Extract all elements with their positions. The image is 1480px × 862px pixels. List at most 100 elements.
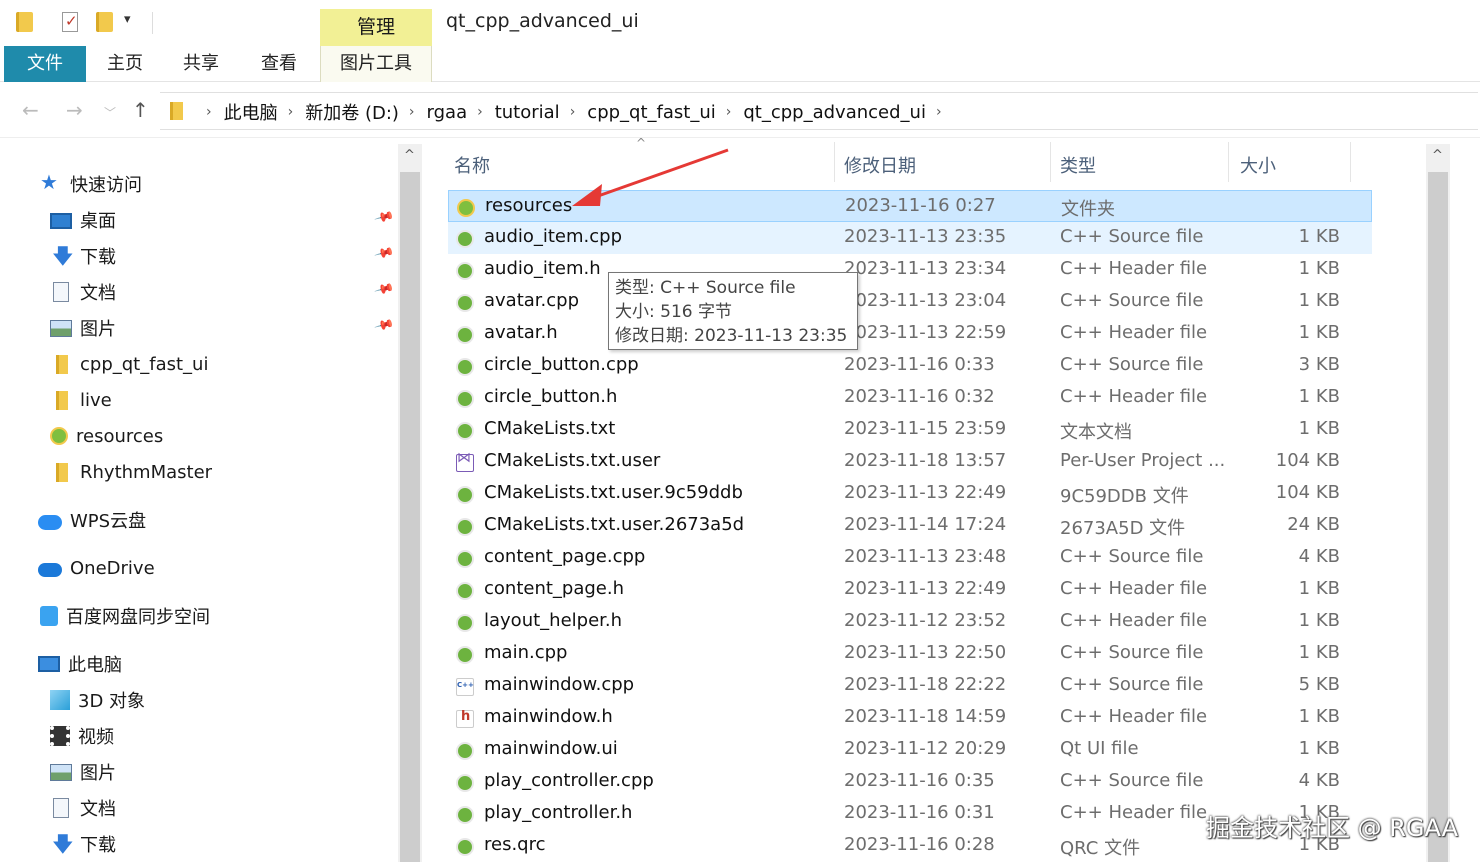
table-row[interactable]: audio_item.cpp 2023-11-13 23:35 C++ Source… — [448, 222, 1372, 254]
scrollbar-thumb[interactable] — [1428, 172, 1448, 862]
qt-file-icon — [456, 262, 474, 280]
file-size: 5 KB — [1298, 674, 1340, 695]
file-name: content_page.h — [484, 578, 625, 599]
file-explorer-window: ▾ 管理 qt_cpp_advanced_ui 文件 主页 共享 查看 图片工具… — [0, 0, 1480, 862]
forward-arrow-icon[interactable]: → — [66, 98, 83, 122]
column-header-date[interactable]: 修改日期 — [844, 152, 916, 178]
column-divider[interactable] — [1050, 142, 1051, 182]
sidebar-item-this-pc[interactable]: 此电脑 — [38, 648, 122, 680]
sidebar-item-onedrive[interactable]: OneDrive — [38, 552, 155, 584]
table-row[interactable]: CMakeLists.txt 2023-11-15 23:59 文本文档 1 KB — [448, 414, 1372, 446]
table-row[interactable]: layout_helper.h 2023-11-12 23:52 C++ Heade… — [448, 606, 1372, 638]
window-title: qt_cpp_advanced_ui — [446, 10, 639, 32]
table-row[interactable]: avatar.h 2023-11-13 22:59 C++ Header file 1… — [448, 318, 1372, 350]
sidebar-item-videos[interactable]: 视频 — [50, 720, 114, 752]
tab-view[interactable]: 查看 — [248, 46, 310, 82]
scroll-up-icon[interactable]: ^ — [404, 148, 415, 163]
column-divider[interactable] — [1228, 142, 1229, 182]
tab-picture-tools[interactable]: 图片工具 — [320, 46, 432, 82]
scroll-up-icon[interactable]: ^ — [1432, 148, 1443, 163]
table-row[interactable]: circle_button.cpp 2023-11-16 0:33 C++ Sour… — [448, 350, 1372, 382]
sidebar-item-cpp-qt-fast-ui[interactable]: cpp_qt_fast_ui — [50, 348, 208, 380]
sidebar-item-desktop[interactable]: 桌面 — [50, 204, 116, 236]
table-row[interactable]: content_page.h 2023-11-13 22:49 C++ Header… — [448, 574, 1372, 606]
pin-icon[interactable]: 📌 — [373, 315, 395, 336]
breadcrumb-tutorial[interactable]: tutorial — [495, 102, 560, 123]
pin-icon[interactable]: 📌 — [373, 243, 395, 264]
file-name: content_page.cpp — [484, 546, 646, 567]
column-header-size[interactable]: 大小 — [1240, 152, 1276, 178]
file-date: 2023-11-16 0:28 — [844, 834, 995, 855]
folder-icon[interactable] — [16, 12, 33, 32]
sidebar-item-label: 百度网盘同步空间 — [66, 607, 210, 628]
table-row[interactable]: mainwindow.cpp 2023-11-18 22:22 C++ Source… — [448, 670, 1372, 702]
table-row[interactable]: CMakeLists.txt.user.9c59ddb 2023-11-13 22… — [448, 478, 1372, 510]
table-row[interactable]: CMakeLists.txt.user.2673a5d 2023-11-14 17… — [448, 510, 1372, 542]
breadcrumb-this-pc[interactable]: 此电脑 — [224, 99, 278, 125]
file-date: 2023-11-12 20:29 — [844, 738, 1007, 759]
download-icon — [50, 830, 74, 862]
tab-home[interactable]: 主页 — [94, 46, 156, 82]
sidebar-item-resources[interactable]: resources — [50, 420, 163, 452]
file-name: layout_helper.h — [484, 610, 623, 631]
breadcrumb-qt-cpp-advanced-ui[interactable]: qt_cpp_advanced_ui — [743, 102, 926, 123]
table-row[interactable]: mainwindow.ui 2023-11-12 20:29 Qt UI file 1… — [448, 734, 1372, 766]
sidebar-item-baidu-sync[interactable]: 百度网盘同步空间 — [40, 600, 210, 632]
table-row[interactable]: main.cpp 2023-11-13 22:50 C++ Source file 1… — [448, 638, 1372, 670]
table-row[interactable]: audio_item.h 2023-11-13 23:34 C++ Header f… — [448, 254, 1372, 286]
new-folder-icon[interactable] — [96, 12, 113, 32]
chevron-right-icon[interactable]: › — [288, 104, 294, 120]
file-name: CMakeLists.txt — [484, 418, 616, 439]
chevron-right-icon[interactable]: › — [936, 104, 942, 120]
chevron-right-icon[interactable]: › — [477, 104, 483, 120]
folder-icon — [170, 102, 183, 120]
file-date: 2023-11-13 23:35 — [844, 226, 1007, 247]
chevron-right-icon[interactable]: › — [726, 104, 732, 120]
sidebar-item-wps-cloud[interactable]: WPS云盘 — [38, 504, 146, 536]
table-row[interactable]: play_controller.cpp 2023-11-16 0:35 C++ So… — [448, 766, 1372, 798]
column-header-type[interactable]: 类型 — [1060, 152, 1096, 178]
table-row[interactable]: mainwindow.h 2023-11-18 14:59 C++ Header f… — [448, 702, 1372, 734]
download-icon — [50, 242, 74, 277]
tab-manage[interactable]: 管理 — [320, 9, 432, 46]
sidebar-item-pc-pictures[interactable]: 图片 — [50, 756, 116, 788]
recent-locations-icon[interactable]: ﹀ — [104, 104, 116, 121]
sidebar-item-rhythmmaster[interactable]: RhythmMaster — [50, 456, 212, 488]
sidebar-item-pc-downloads[interactable]: 下载 — [50, 828, 116, 862]
file-type: C++ Source file — [1060, 354, 1204, 375]
breadcrumb-rgaa[interactable]: rgaa — [427, 102, 468, 123]
table-row[interactable]: avatar.cpp 2023-11-13 23:04 C++ Source fil… — [448, 286, 1372, 318]
back-arrow-icon[interactable]: ← — [22, 98, 39, 122]
sidebar-item-quick-access[interactable]: 快速访问 — [40, 168, 142, 200]
column-divider[interactable] — [1350, 142, 1351, 182]
tab-share[interactable]: 共享 — [170, 46, 232, 82]
table-row[interactable]: circle_button.h 2023-11-16 0:32 C++ Header… — [448, 382, 1372, 414]
chevron-right-icon[interactable]: › — [409, 104, 415, 120]
column-divider[interactable] — [834, 142, 835, 182]
sidebar-item-documents[interactable]: 文档 — [50, 276, 116, 308]
qat-dropdown-icon[interactable]: ▾ — [124, 12, 131, 27]
sidebar-item-3d-objects[interactable]: 3D 对象 — [50, 684, 145, 716]
sidebar-item-live[interactable]: live — [50, 384, 112, 416]
table-row[interactable]: CMakeLists.txt.user 2023-11-18 13:57 Per-U… — [448, 446, 1372, 478]
tab-file[interactable]: 文件 — [4, 46, 86, 82]
file-list-scrollbar[interactable]: ^ — [1426, 144, 1450, 862]
pin-icon[interactable]: 📌 — [373, 279, 395, 300]
column-header-name[interactable]: 名称 — [454, 152, 490, 178]
sidebar-item-pc-documents[interactable]: 文档 — [50, 792, 116, 824]
pin-icon[interactable]: 📌 — [373, 207, 395, 228]
document-icon — [53, 798, 69, 818]
scrollbar-thumb[interactable] — [400, 172, 420, 862]
file-type: Per-User Project ... — [1060, 450, 1226, 471]
address-bar[interactable]: › 此电脑 › 新加卷 (D:) › rgaa › tutorial › cpp… — [160, 92, 1478, 130]
sidebar-item-pictures[interactable]: 图片 — [50, 312, 116, 344]
properties-icon[interactable] — [62, 12, 78, 32]
table-row[interactable]: content_page.cpp 2023-11-13 23:48 C++ Sour… — [448, 542, 1372, 574]
up-arrow-icon[interactable]: ↑ — [132, 98, 149, 122]
sidebar-item-downloads[interactable]: 下载 — [50, 240, 116, 277]
breadcrumb-cpp-qt-fast-ui[interactable]: cpp_qt_fast_ui — [587, 102, 715, 123]
chevron-right-icon[interactable]: › — [570, 104, 576, 120]
chevron-right-icon[interactable]: › — [206, 104, 212, 120]
breadcrumb-drive[interactable]: 新加卷 (D:) — [305, 99, 399, 125]
sidebar-scrollbar[interactable]: ^ — [398, 144, 422, 862]
